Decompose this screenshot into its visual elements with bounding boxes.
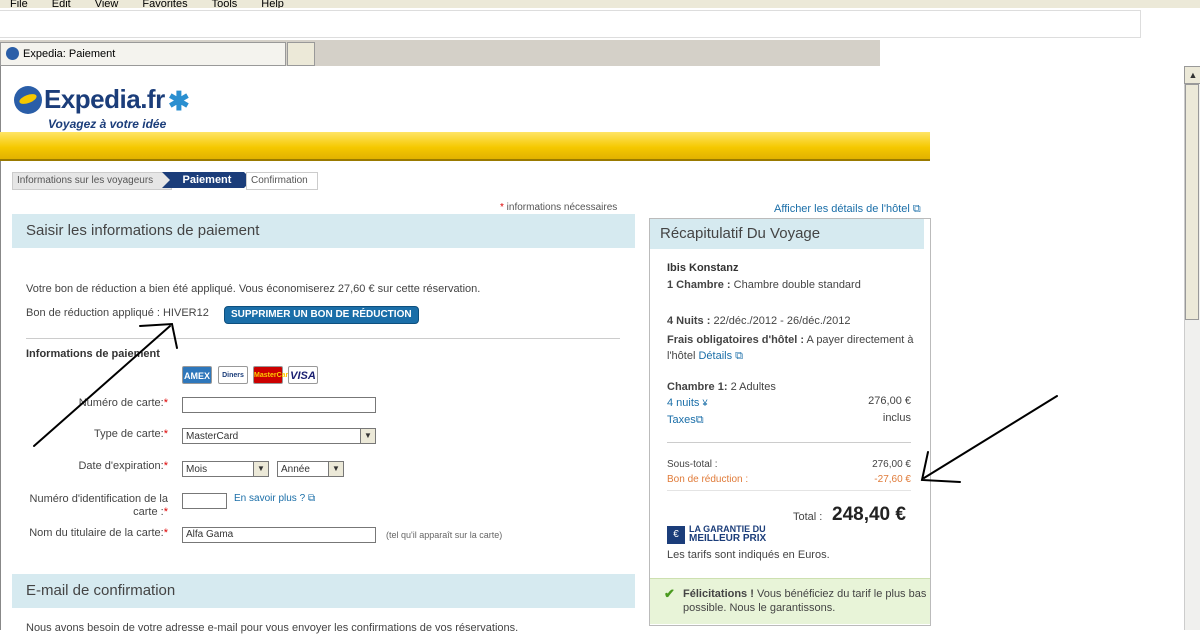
annotation-arrows [33, 322, 1058, 483]
arrow-voucher-line [33, 325, 171, 447]
arrow-discount-line [923, 395, 1058, 479]
